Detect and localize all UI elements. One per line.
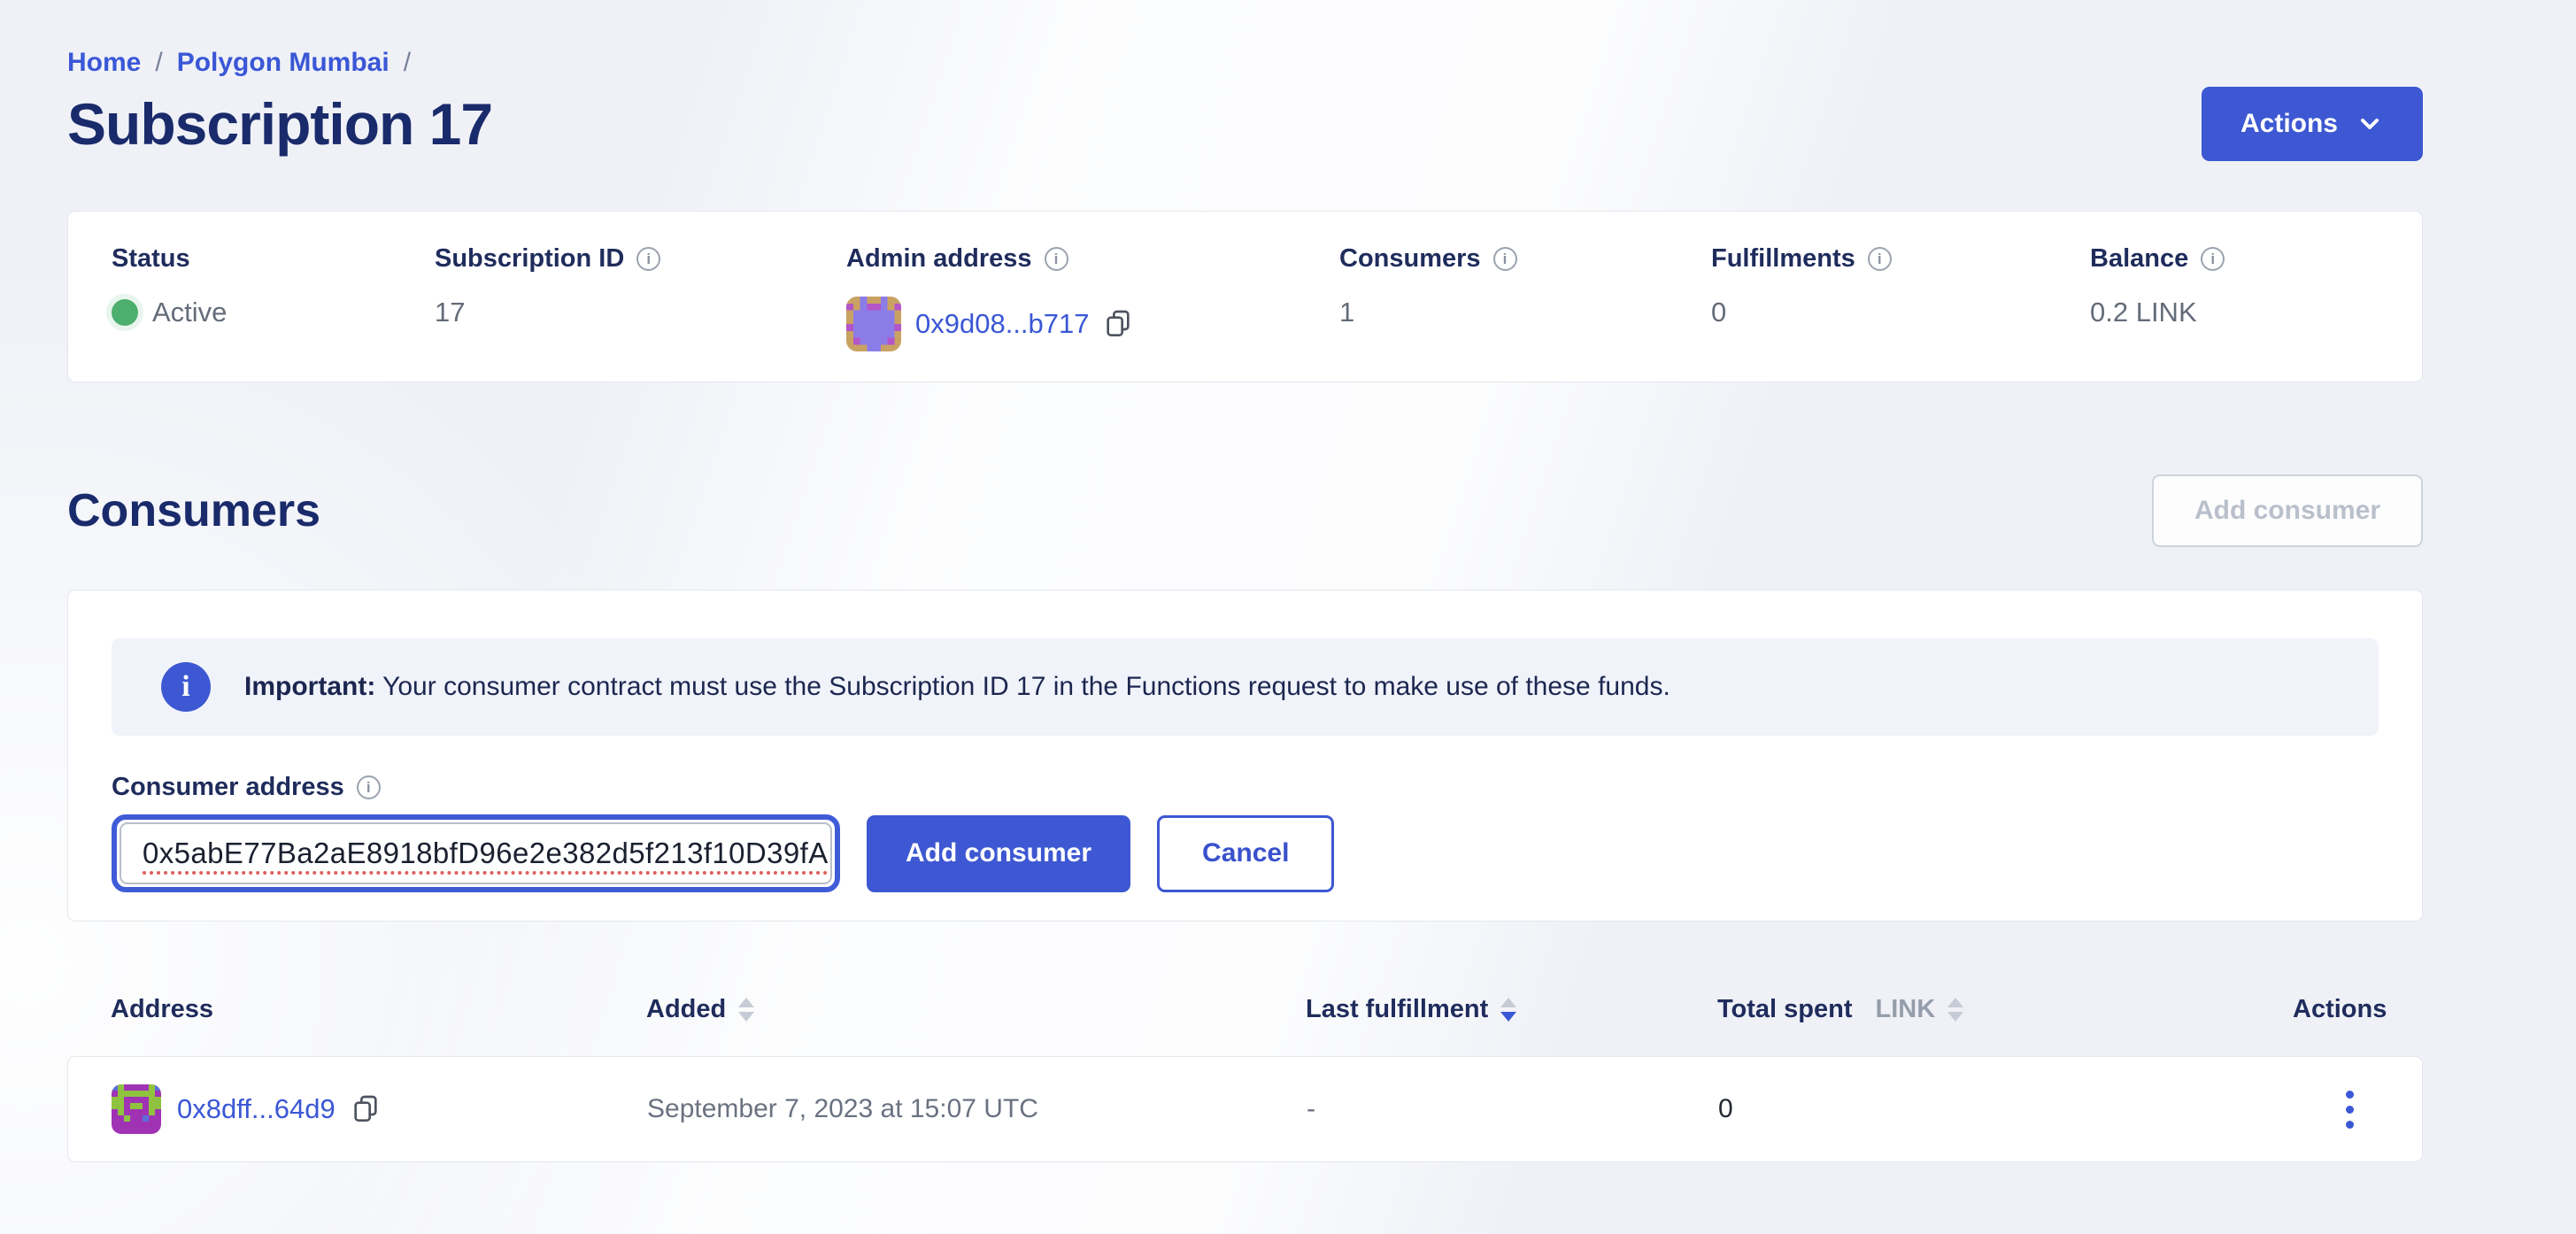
consumer-address-form-row: 0x5abE77Ba2aE8918bfD96e2e382d5f213f10D39… [112,814,2379,892]
admin-address-label: Admin address [846,244,1032,274]
consumer-address-label: Consumer address [112,773,344,802]
breadcrumb-link-home[interactable]: Home [67,48,141,78]
consumer-actions-cell [2337,1082,2379,1138]
subscription-id-value: 17 [435,297,465,328]
breadcrumb-separator: / [404,48,411,78]
info-filled-icon [161,662,211,712]
consumer-identicon-avatar [112,1084,161,1134]
info-icon[interactable] [357,775,381,799]
status-label: Status [112,244,190,274]
chevron-down-icon [2356,110,2384,138]
consumers-table-header: Address Added Last fulfillment Total spe… [67,987,2423,1031]
column-header-last-fulfillment: Last fulfillment [1306,995,1717,1024]
info-icon[interactable] [636,247,660,271]
page-title: Subscription 17 [67,90,492,158]
info-icon[interactable] [1493,247,1517,271]
sort-icon[interactable] [738,998,754,1022]
admin-address-link[interactable]: 0x9d08...b717 [915,308,1090,340]
added-header-label: Added [646,995,726,1024]
summary-admin-address: Admin address 0x9d08...b717 [846,244,1339,382]
balance-value: 0.2 LINK [2090,297,2197,328]
balance-label: Balance [2090,244,2188,274]
consumer-total-spent-cell: 0 [1718,1094,2294,1124]
summary-balance: Balance 0.2 LINK [2090,244,2422,382]
fulfillments-value: 0 [1711,297,1726,328]
consumer-address-cell: 0x8dff...64d9 [112,1084,647,1134]
copy-icon[interactable] [1104,308,1132,340]
breadcrumb-separator: / [155,48,162,78]
page-content: Home / Polygon Mumbai / Subscription 17 … [67,0,2423,1162]
summary-status: Status Active [112,244,435,382]
consumer-added-cell: September 7, 2023 at 15:07 UTC [647,1094,1307,1124]
admin-identicon-avatar [846,297,901,351]
consumer-address-input-focus-ring: 0x5abE77Ba2aE8918bfD96e2e382d5f213f10D39… [112,814,840,892]
sort-icon[interactable] [1947,998,1963,1022]
consumer-last-fulfillment-cell: - [1307,1094,1718,1124]
page-header: Subscription 17 Actions [67,87,2423,161]
consumers-section-header: Consumers Add consumer [67,474,2423,547]
actions-button-label: Actions [2241,109,2338,139]
actions-header-label: Actions [2293,995,2387,1024]
address-header-label: Address [111,995,213,1024]
banner-text: Important: Your consumer contract must u… [244,672,1670,702]
info-icon[interactable] [1868,247,1892,271]
consumer-address-input-value: 0x5abE77Ba2aE8918bfD96e2e382d5f213f10D39… [143,837,829,870]
status-value: Active [152,297,227,328]
column-header-total-spent: Total spent LINK [1717,995,2293,1024]
consumers-heading: Consumers [67,484,320,537]
important-info-banner: Important: Your consumer contract must u… [112,638,2379,736]
text-cursor [831,834,832,873]
info-icon[interactable] [1045,247,1068,271]
actions-button[interactable]: Actions [2202,87,2423,161]
column-header-address: Address [111,995,646,1024]
column-header-added: Added [646,995,1306,1024]
status-active-dot-icon [112,299,138,326]
consumer-address-link[interactable]: 0x8dff...64d9 [177,1093,335,1125]
column-header-actions: Actions [2293,995,2387,1024]
sort-icon-descending[interactable] [1500,998,1516,1022]
add-consumer-form-card: Important: Your consumer contract must u… [67,590,2423,922]
banner-important-label: Important: [244,672,375,701]
consumers-label: Consumers [1339,244,1481,274]
info-icon[interactable] [2201,247,2225,271]
consumer-address-input[interactable]: 0x5abE77Ba2aE8918bfD96e2e382d5f213f10D39… [120,822,832,884]
summary-consumers: Consumers 1 [1339,244,1711,382]
total-spent-header-label: Total spent [1717,995,1853,1024]
subscription-summary-card: Status Active Subscription ID 17 Admin a… [67,211,2423,382]
last-fulfillment-header-label: Last fulfillment [1306,995,1488,1024]
add-consumer-submit-button[interactable]: Add consumer [867,815,1130,892]
kebab-menu-icon[interactable] [2337,1082,2363,1138]
add-consumer-button-top[interactable]: Add consumer [2152,474,2423,547]
subscription-id-label: Subscription ID [435,244,624,274]
summary-fulfillments: Fulfillments 0 [1711,244,2090,382]
banner-message: Your consumer contract must use the Subs… [375,672,1670,701]
copy-icon[interactable] [351,1093,380,1125]
consumer-address-label-row: Consumer address [112,773,2379,802]
total-spent-unit-label: LINK [1876,995,1936,1024]
fulfillments-label: Fulfillments [1711,244,1855,274]
summary-subscription-id: Subscription ID 17 [435,244,846,382]
breadcrumb: Home / Polygon Mumbai / [67,48,2423,78]
consumer-table-row: 0x8dff...64d9 September 7, 2023 at 15:07… [67,1056,2423,1162]
consumers-value: 1 [1339,297,1354,328]
cancel-button[interactable]: Cancel [1157,815,1334,892]
breadcrumb-link-network[interactable]: Polygon Mumbai [177,48,389,78]
